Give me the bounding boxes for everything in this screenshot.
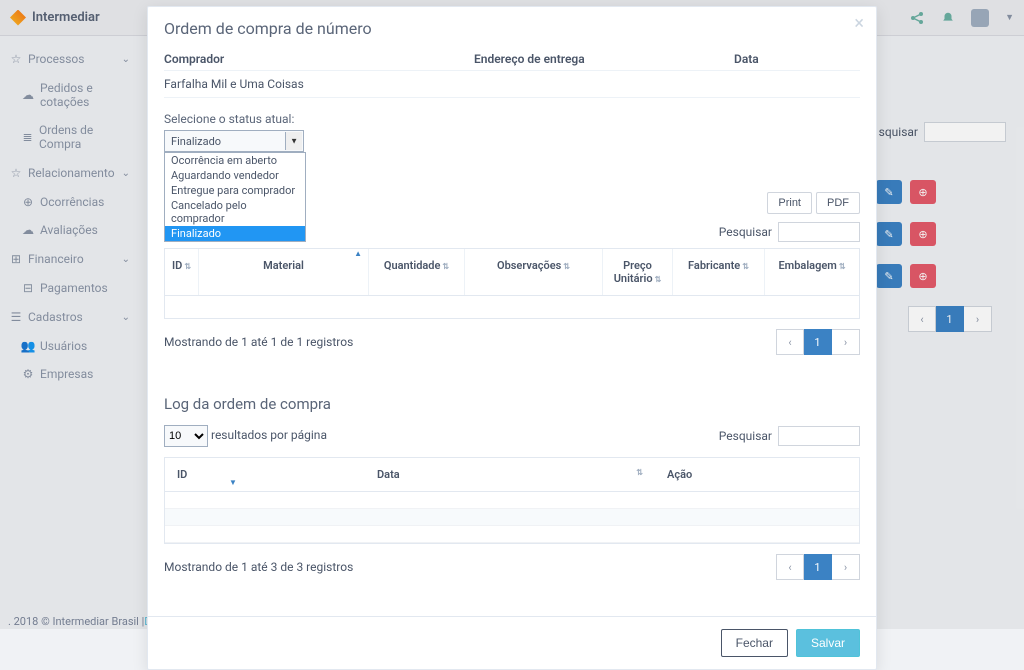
label-buyer: Comprador [164,52,474,66]
table-row [165,296,859,318]
pager-prev[interactable]: ‹ [776,554,804,580]
chevron-down-icon: ▼ [290,137,298,146]
items-pager: ‹ 1 › [776,329,860,355]
col-preco[interactable]: Preço Unitário⇅ [603,249,673,295]
search-label: Pesquisar [719,225,772,239]
dropdown-option[interactable]: Ocorrência em aberto [165,153,305,168]
dropdown-option[interactable]: Aguardando vendedor [165,168,305,183]
pager-next[interactable]: › [832,329,860,355]
col-quant[interactable]: Quantidade⇅ [369,249,465,295]
status-selected-value: Finalizado [171,135,221,148]
modal: × Ordem de compra de número Comprador En… [147,6,877,670]
status-select[interactable]: Finalizado ▼ [164,130,304,152]
close-icon[interactable]: × [854,15,864,33]
col-id[interactable]: ID⇅ [165,249,199,295]
search-label: Pesquisar [719,429,772,443]
page-size-label: resultados por página [211,428,327,442]
pager-prev[interactable]: ‹ [776,329,804,355]
modal-title: Ordem de compra de número [164,19,860,38]
col-obs[interactable]: Observações⇅ [465,249,603,295]
col-material[interactable]: Material▲ [199,249,369,295]
close-button[interactable]: Fechar [721,629,788,657]
status-dropdown: Ocorrência em aberto Aguardando vendedor… [164,152,306,242]
table-info: Mostrando de 1 até 1 de 1 registros [164,335,353,349]
items-search-input[interactable] [778,222,860,242]
label-date: Data [734,52,860,66]
col-fab[interactable]: Fabricante⇅ [673,249,765,295]
pager-page-1[interactable]: 1 [804,329,832,355]
modal-overlay: × Ordem de compra de número Comprador En… [0,0,1024,629]
dropdown-option[interactable]: Entregue para comprador [165,183,305,198]
pager-next[interactable]: › [832,554,860,580]
label-address: Endereço de entrega [474,52,734,66]
pager-page-1[interactable]: 1 [804,554,832,580]
sort-desc-icon: ▼ [229,478,237,487]
table-row [165,509,859,526]
dropdown-option-selected[interactable]: Finalizado [165,226,305,241]
table-row [165,526,859,543]
buyer-value: Farfalha Mil e Uma Coisas [164,71,860,98]
table-row [165,492,859,509]
status-label: Selecione o status atual: [164,112,860,126]
save-button[interactable]: Salvar [796,629,860,657]
page-size-select[interactable]: 10 [164,425,208,447]
log-pager: ‹ 1 › [776,554,860,580]
col-emb[interactable]: Embalagem⇅ [765,249,859,295]
log-info: Mostrando de 1 até 3 de 3 registros [164,560,353,574]
pdf-button[interactable]: PDF [816,192,860,214]
log-table: ID ▼ Data⇅ Ação [164,457,860,544]
log-col-id[interactable]: ID ▼ [165,458,365,491]
dropdown-option[interactable]: Cancelado pelo comprador [165,198,305,226]
log-title: Log da ordem de compra [164,395,860,413]
items-table: ID⇅ Material▲ Quantidade⇅ Observações⇅ P… [164,248,860,319]
log-search-input[interactable] [778,426,860,446]
log-col-data[interactable]: Data⇅ [365,458,655,491]
print-button[interactable]: Print [767,192,812,214]
log-col-acao[interactable]: Ação [655,458,859,491]
